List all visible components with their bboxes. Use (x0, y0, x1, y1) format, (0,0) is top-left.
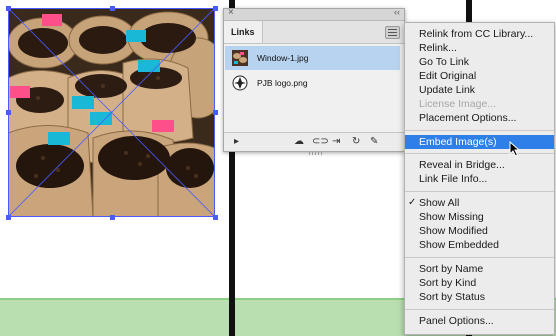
cc-library-icon[interactable]: ☁ (294, 136, 304, 148)
edit-original-icon[interactable]: ✎ (370, 136, 378, 148)
menu-item-go-to-link[interactable]: Go To Link (405, 55, 554, 69)
link-item-name: Window-1.jpg (257, 53, 309, 63)
menu-item-label: Show All (419, 197, 460, 209)
menu-item-panel-options[interactable]: Panel Options... (405, 314, 554, 328)
resize-handle-top-right[interactable] (213, 6, 218, 11)
menu-item-show-missing[interactable]: Show Missing (405, 210, 554, 224)
links-panel-flyout-menu: Relink from CC Library... Relink... Go T… (404, 22, 555, 335)
panel-resize-grip[interactable] (309, 152, 323, 155)
menu-separator (405, 130, 554, 131)
resize-handle-top-left[interactable] (6, 6, 11, 11)
collapse-icon[interactable]: ‹‹ (394, 7, 400, 17)
menu-item-sort-by-kind[interactable]: Sort by Kind (405, 276, 554, 290)
menu-item-show-all[interactable]: ✓ Show All (405, 196, 554, 210)
menu-item-show-embedded[interactable]: Show Embedded (405, 238, 554, 252)
link-item-name: PJB logo.png (257, 78, 308, 88)
menu-separator (405, 257, 554, 258)
menu-item-show-modified[interactable]: Show Modified (405, 224, 554, 238)
update-link-icon[interactable]: ↻ (352, 136, 360, 148)
mouse-pointer-icon (509, 141, 521, 157)
menu-separator (405, 153, 554, 154)
resize-handle-bottom-left[interactable] (6, 215, 11, 220)
relink-icon[interactable]: ⊂⊃ (312, 136, 329, 148)
menu-item-placement-options[interactable]: Placement Options... (405, 111, 554, 125)
checkmark-icon: ✓ (408, 197, 417, 208)
menu-item-embed-images[interactable]: Embed Image(s) (405, 135, 554, 149)
menu-item-update-link[interactable]: Update Link (405, 83, 554, 97)
panel-footer-toolbar: ▸ ☁ ⊂⊃ ⇥ ↻ ✎ (224, 132, 404, 155)
menu-item-relink-cc-library[interactable]: Relink from CC Library... (405, 27, 554, 41)
menu-item-sort-by-status[interactable]: Sort by Status (405, 290, 554, 304)
menu-item-edit-original[interactable]: Edit Original (405, 69, 554, 83)
menu-item-sort-by-name[interactable]: Sort by Name (405, 262, 554, 276)
placed-image[interactable] (8, 8, 215, 217)
resize-handle-left[interactable] (6, 110, 11, 115)
go-to-link-icon[interactable]: ⇥ (332, 136, 340, 148)
resize-handle-right[interactable] (213, 110, 218, 115)
tab-links[interactable]: Links (224, 21, 263, 43)
image-thumbnail-icon (232, 50, 248, 66)
link-item-logo[interactable]: PJB logo.png (225, 71, 400, 95)
links-panel: × ‹‹ Links Window-1.jpg PJB logo.png ▸ ☁… (223, 7, 405, 155)
close-icon[interactable]: × (228, 7, 234, 18)
show-info-arrow-icon[interactable]: ▸ (234, 136, 239, 148)
logo-thumbnail-icon (232, 75, 248, 91)
menu-separator (405, 309, 554, 310)
menu-item-reveal-in-bridge[interactable]: Reveal in Bridge... (405, 158, 554, 172)
panel-tab-bar: Links (224, 21, 404, 44)
menu-item-relink[interactable]: Relink... (405, 41, 554, 55)
menu-item-license-image: License Image... (419, 98, 497, 110)
menu-item-link-file-info[interactable]: Link File Info... (405, 172, 554, 186)
resize-handle-top[interactable] (110, 6, 115, 11)
link-item-window[interactable]: Window-1.jpg (225, 46, 400, 70)
menu-separator (405, 191, 554, 192)
panel-title-bar[interactable]: × ‹‹ (224, 7, 404, 21)
panel-menu-button[interactable] (385, 26, 400, 39)
resize-handle-bottom[interactable] (110, 215, 115, 220)
resize-handle-bottom-right[interactable] (213, 215, 218, 220)
